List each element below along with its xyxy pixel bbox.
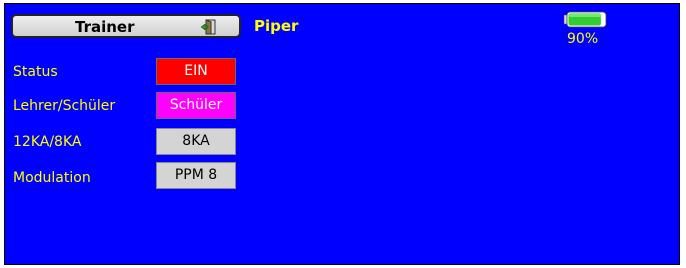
status-label: Status [13, 64, 58, 80]
battery-percent: 90% [567, 31, 599, 47]
modulation-label: Modulation [13, 170, 91, 186]
battery-icon [563, 11, 607, 28]
door-exit-icon[interactable] [201, 19, 217, 35]
channel-mode-label: 12KA/8KA [13, 134, 82, 150]
title-label: Trainer [75, 18, 135, 36]
status-value-button[interactable]: EIN [156, 58, 236, 85]
model-name: Piper [254, 17, 299, 35]
lehrer-schueler-value-button[interactable]: Schüler [156, 92, 236, 119]
modulation-value-button[interactable]: PPM 8 [156, 162, 236, 189]
title-button[interactable]: Trainer [11, 14, 241, 38]
lehrer-schueler-label: Lehrer/Schüler [13, 98, 116, 114]
channel-mode-value-button[interactable]: 8KA [156, 128, 236, 155]
trainer-screen: Trainer Piper 90% Status EIN Lehrer/Schü… [4, 3, 680, 265]
